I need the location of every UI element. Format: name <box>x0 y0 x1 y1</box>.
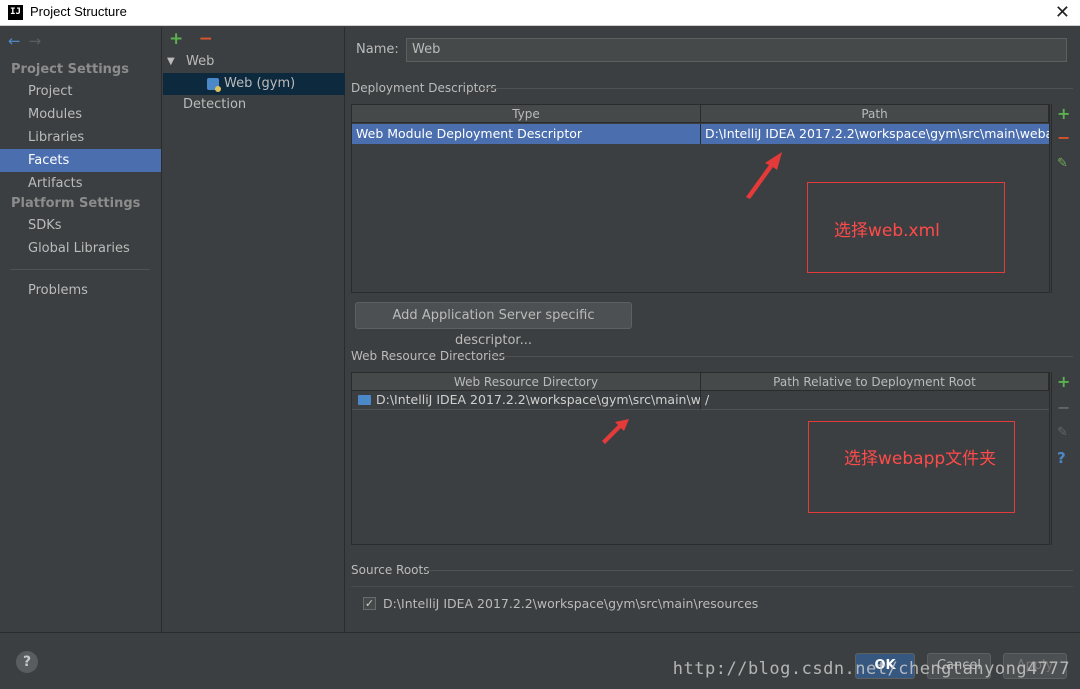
column-header-type[interactable]: Type <box>352 105 701 123</box>
tree-node-web-gym[interactable]: Web (gym) <box>163 73 345 95</box>
resource-dir-path: D:\IntelliJ IDEA 2017.2.2\workspace\gym\… <box>376 392 701 407</box>
sidebar-item-libraries[interactable]: Libraries <box>0 126 161 149</box>
expand-arrow-icon[interactable]: ▼ <box>167 51 175 73</box>
tree-node-web[interactable]: ▼ Web <box>163 51 345 73</box>
dialog-footer: ? OK Cancel Apply http://blog.csdn.net/c… <box>0 632 1080 689</box>
platform-settings-heading: Platform Settings <box>11 196 141 211</box>
sidebar-item-global-libraries[interactable]: Global Libraries <box>0 237 161 260</box>
facet-settings-panel: Name: Web Deployment Descriptors Type Pa… <box>346 27 1080 632</box>
tree-node-detection[interactable]: Detection <box>163 94 345 116</box>
add-facet-icon[interactable]: + <box>169 29 183 49</box>
add-descriptor-icon[interactable]: + <box>1057 104 1070 123</box>
edit-resource-dir-icon[interactable]: ✎ <box>1057 425 1068 440</box>
help-icon[interactable]: ? <box>1057 449 1066 467</box>
sidebar-item-facets[interactable]: Facets <box>0 149 161 172</box>
close-icon[interactable]: ✕ <box>1055 2 1070 23</box>
resource-dir-cell[interactable]: D:\IntelliJ IDEA 2017.2.2\workspace\gym\… <box>352 390 701 410</box>
sidebar-item-sdks[interactable]: SDKs <box>0 214 161 237</box>
relative-path-cell[interactable]: / <box>701 390 1049 410</box>
tree-node-label: Detection <box>183 97 247 112</box>
watermark-text: http://blog.csdn.net/chengtanyong4777 <box>672 659 1070 679</box>
remove-facet-icon[interactable]: − <box>199 29 213 49</box>
descriptor-tools: + − ✎ <box>1051 104 1073 293</box>
window-title: Project Structure <box>30 4 127 19</box>
tree-node-label: Web (gym) <box>224 76 296 91</box>
deployment-descriptors-title: Deployment Descriptors <box>351 81 497 95</box>
add-server-descriptor-button[interactable]: Add Application Server specific descript… <box>355 302 632 348</box>
web-resource-dirs-title: Web Resource Directories <box>351 349 505 363</box>
column-header-path[interactable]: Path <box>701 105 1049 123</box>
sidebar-item-project[interactable]: Project <box>0 80 161 103</box>
intellij-icon: IJ <box>8 5 23 20</box>
forward-arrow-icon[interactable]: → <box>29 32 42 50</box>
settings-sidebar: ← → Project Settings Project Modules Libr… <box>0 27 162 632</box>
sidebar-divider <box>10 269 150 270</box>
group-divider <box>351 586 1073 587</box>
column-header-resource-dir[interactable]: Web Resource Directory <box>352 373 701 391</box>
name-label: Name: <box>356 42 399 57</box>
source-roots-title: Source Roots <box>351 563 430 577</box>
project-settings-heading: Project Settings <box>11 62 129 77</box>
sidebar-item-modules[interactable]: Modules <box>0 103 161 126</box>
group-divider <box>483 88 1073 89</box>
source-root-checkbox[interactable]: ✓ <box>363 597 376 610</box>
annotation-select-web-xml: 选择web.xml <box>834 221 940 241</box>
annotation-select-webapp: 选择webapp文件夹 <box>844 449 997 469</box>
resource-dir-tools: + − ✎ ? <box>1051 372 1073 545</box>
help-button[interactable]: ? <box>16 651 38 673</box>
title-bar: IJ Project Structure ✕ <box>0 0 1080 26</box>
annotation-arrow-icon <box>746 152 782 199</box>
name-field[interactable]: Web <box>406 38 1067 62</box>
sidebar-item-problems[interactable]: Problems <box>0 279 161 302</box>
remove-resource-dir-icon[interactable]: − <box>1057 398 1070 417</box>
remove-descriptor-icon[interactable]: − <box>1057 128 1070 147</box>
facet-tree-pane: + − ▼ Web Web (gym) Detection <box>163 27 345 632</box>
descriptor-type-cell[interactable]: Web Module Deployment Descriptor <box>352 124 701 144</box>
add-resource-dir-icon[interactable]: + <box>1057 372 1070 391</box>
facet-toolbar: + − <box>169 29 213 49</box>
annotation-arrow-icon <box>602 419 629 444</box>
descriptor-path-cell[interactable]: D:\IntelliJ IDEA 2017.2.2\workspace\gym\… <box>701 124 1049 144</box>
edit-descriptor-icon[interactable]: ✎ <box>1057 156 1068 171</box>
group-divider <box>426 570 1073 571</box>
web-facet-icon <box>207 78 221 92</box>
navigation-arrows: ← → <box>8 32 41 50</box>
group-divider <box>492 356 1073 357</box>
tree-node-label: Web <box>186 54 215 69</box>
back-arrow-icon[interactable]: ← <box>8 32 21 50</box>
source-root-label: D:\IntelliJ IDEA 2017.2.2\workspace\gym\… <box>383 596 759 611</box>
folder-icon <box>358 395 371 405</box>
column-header-relative-path[interactable]: Path Relative to Deployment Root <box>701 373 1049 391</box>
sidebar-item-artifacts[interactable]: Artifacts <box>0 172 161 195</box>
